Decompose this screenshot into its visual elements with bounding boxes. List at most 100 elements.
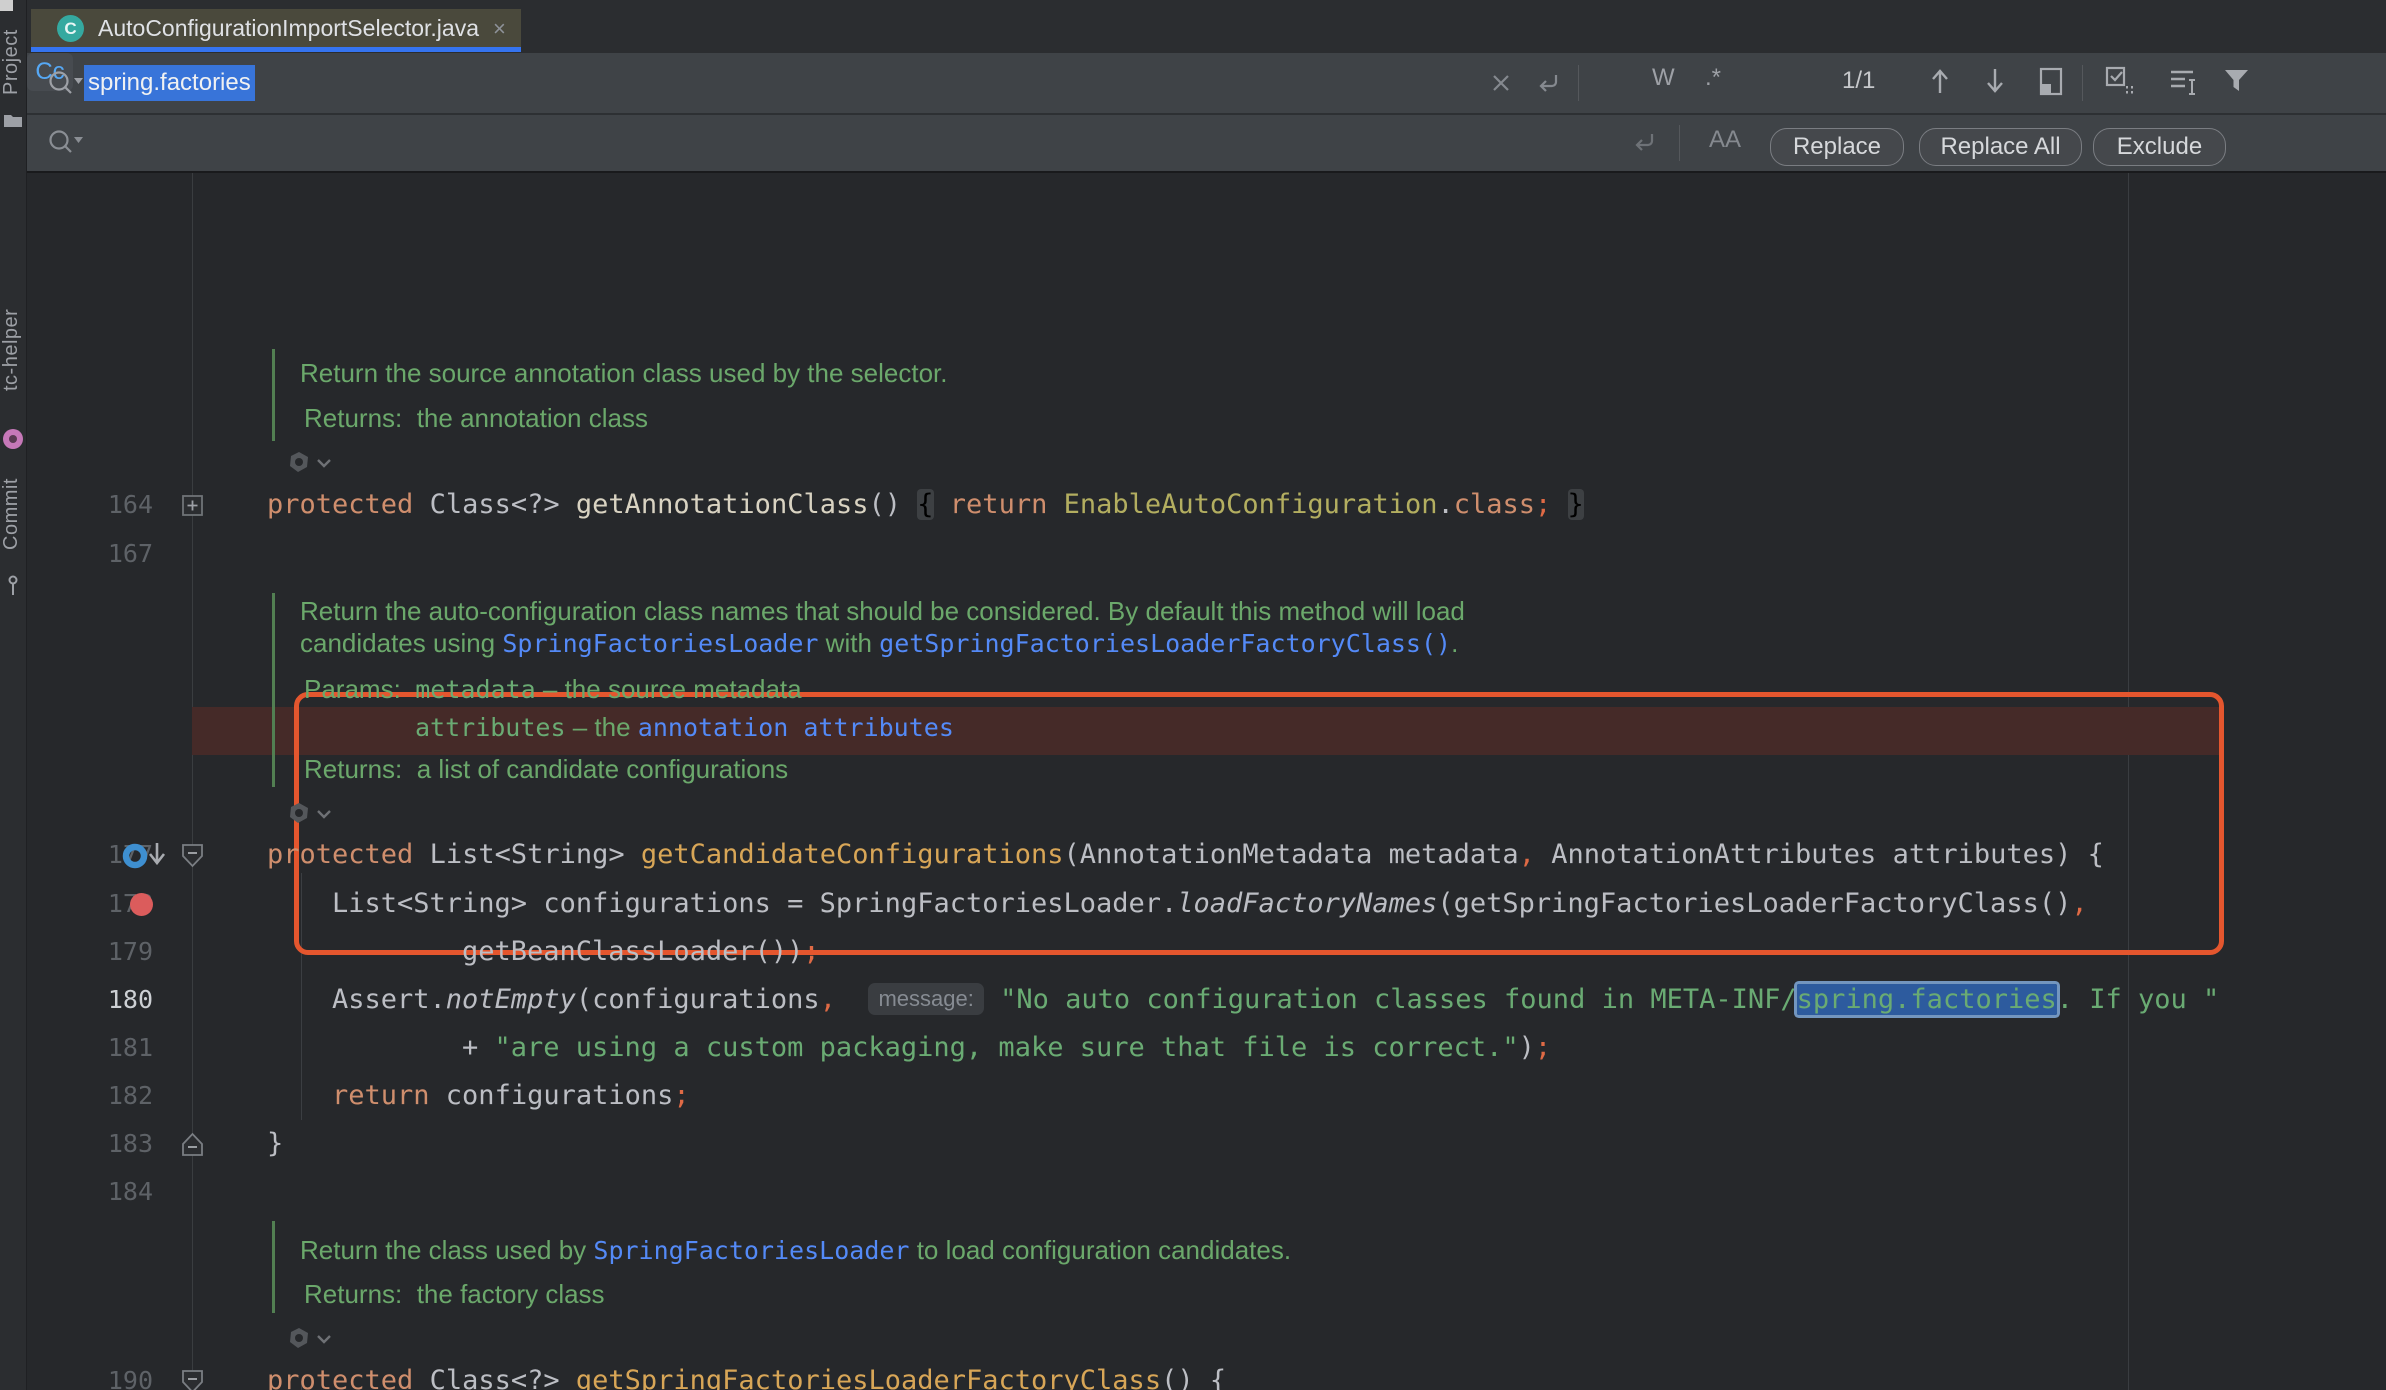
multiline-icon[interactable]: [2169, 67, 2201, 97]
toolbar-divider: [27, 113, 2386, 115]
line-number[interactable]: 190: [27, 1357, 153, 1390]
code-token: return: [950, 489, 1064, 520]
breakpoint-icon[interactable]: [128, 891, 155, 923]
code-token: Class<?>: [430, 1365, 576, 1390]
plugin-icon[interactable]: [2, 428, 25, 456]
code-token: getBeanClassLoader()): [462, 936, 803, 967]
line-number[interactable]: 183: [27, 1120, 153, 1168]
code-token: candidates using: [300, 628, 502, 658]
code-token: ;: [1535, 489, 1551, 520]
select-all-occurrences-icon[interactable]: [2105, 66, 2137, 98]
search-input[interactable]: spring.factories: [84, 65, 255, 101]
sidebar-item-commit[interactable]: Commit: [0, 462, 26, 566]
replace-newline-icon[interactable]: [1629, 129, 1659, 155]
tab-active-underline: [31, 47, 521, 52]
search-in-selection-icon[interactable]: [2037, 66, 2065, 98]
code-token: }: [267, 1128, 283, 1159]
ide-window: Project tc-helper Commit C AutoConfigura…: [0, 0, 2386, 1390]
javadoc-line: Returns: the factory class: [304, 1270, 605, 1318]
fold-start-icon[interactable]: [180, 842, 205, 874]
code-line: List<String> configurations = SpringFact…: [332, 880, 2088, 928]
line-number[interactable]: 180: [27, 976, 153, 1024]
code-token: (AnnotationMetadata metadata: [1064, 839, 1519, 870]
editor[interactable]: 1641671771781791801811821831841901911921…: [27, 173, 2386, 1390]
replace-all-button[interactable]: Replace All: [1919, 128, 2082, 166]
line-number[interactable]: 181: [27, 1024, 153, 1072]
replace-button[interactable]: Replace: [1770, 128, 1904, 166]
code-line: return configurations;: [332, 1072, 690, 1120]
search-icon[interactable]: [45, 68, 85, 100]
code-token: Returns: a list of candidate configurati…: [304, 754, 788, 784]
code-token: annotation attributes: [638, 713, 954, 742]
code-token: with: [818, 628, 879, 658]
code-token: +: [462, 1032, 495, 1063]
code-token: [934, 489, 950, 520]
toolbar-separator: [2082, 65, 2083, 101]
replace-input[interactable]: [87, 128, 1387, 158]
words-toggle[interactable]: W: [1652, 64, 1675, 92]
class-icon: C: [57, 15, 84, 42]
code-token: Return the source annotation class used …: [300, 358, 948, 388]
exclude-button[interactable]: Exclude: [2093, 128, 2226, 166]
filter-icon[interactable]: [2223, 67, 2251, 95]
code-token: ,: [820, 984, 836, 1015]
code-token: to load configuration candidates.: [909, 1235, 1291, 1265]
code-token: List<String> configurations = SpringFact…: [332, 888, 1177, 919]
prev-occurrence-icon[interactable]: [1927, 65, 1953, 97]
doc-render-icon[interactable]: [285, 800, 331, 835]
code-token: getCandidateConfigurations: [641, 839, 1064, 870]
code-token: (configurations: [576, 984, 820, 1015]
code-token: protected: [267, 489, 430, 520]
toolbar-separator: [1679, 125, 1680, 161]
code-token: configurations: [446, 1080, 674, 1111]
newline-icon[interactable]: [1533, 70, 1563, 96]
code-token: ): [1519, 1032, 1535, 1063]
javadoc-line: Returns: a list of candidate configurati…: [304, 745, 788, 793]
code-token: (getSpringFactoriesLoaderFactoryClass(): [1437, 888, 2071, 919]
line-number[interactable]: 179: [27, 928, 153, 976]
line-number[interactable]: 164: [27, 481, 153, 529]
code-line: Assert.notEmpty(configurations, message:…: [332, 976, 2219, 1024]
code-token: Assert.: [332, 984, 446, 1015]
folder-icon: [3, 112, 23, 133]
fold-end-icon[interactable]: [180, 1131, 205, 1163]
panel-border: [27, 171, 2386, 173]
next-occurrence-icon[interactable]: [1982, 65, 2008, 97]
line-number[interactable]: 182: [27, 1072, 153, 1120]
code-token: return: [332, 1080, 446, 1111]
javadoc-bar: [272, 1221, 275, 1313]
line-number[interactable]: 184: [27, 1168, 153, 1216]
code-line: getBeanClassLoader());: [462, 928, 820, 976]
code-token: .: [1437, 489, 1453, 520]
code-token: "are using a custom packaging, make sure…: [495, 1032, 1519, 1063]
code-token: (): [868, 489, 917, 520]
close-icon[interactable]: ×: [493, 16, 506, 42]
sidebar-item-tc-helper[interactable]: tc-helper: [0, 280, 26, 420]
doc-render-icon[interactable]: [285, 1325, 331, 1360]
override-icon[interactable]: [120, 838, 170, 879]
code-token: Returns: the annotation class: [304, 403, 648, 433]
code-token: EnableAutoConfiguration: [1064, 489, 1438, 520]
tab-autoconfigurationimportselector[interactable]: C AutoConfigurationImportSelector.java ×: [31, 9, 521, 48]
fold-start-icon[interactable]: [180, 1368, 205, 1390]
toolbar-separator: [1578, 65, 1579, 101]
match-count: 1/1: [1842, 67, 1875, 95]
gutter-separator: [192, 173, 193, 1390]
preserve-case-toggle[interactable]: AA: [1709, 126, 1741, 154]
sidebar-item-project[interactable]: Project: [0, 16, 26, 108]
code-token: [984, 984, 1000, 1015]
doc-render-icon[interactable]: [285, 449, 331, 484]
regex-toggle[interactable]: .*: [1705, 64, 1721, 92]
code-token: SpringFactoriesLoader: [502, 629, 818, 658]
code-token: Class<?>: [430, 489, 576, 520]
fold-expand-icon[interactable]: [181, 494, 204, 522]
line-number[interactable]: 167: [27, 530, 153, 578]
code-line: protected Class<?> getAnnotationClass() …: [267, 481, 1584, 529]
code-token: [836, 984, 869, 1015]
clear-icon[interactable]: [1489, 71, 1513, 95]
code-token: getSpringFactoriesLoaderFactoryClass: [576, 1365, 1161, 1390]
code-token: ,: [2071, 888, 2087, 919]
code-token: () {: [1161, 1365, 1226, 1390]
search-match: spring.factories: [1797, 984, 2057, 1015]
code-token: SpringFactoriesLoader: [593, 1236, 909, 1265]
